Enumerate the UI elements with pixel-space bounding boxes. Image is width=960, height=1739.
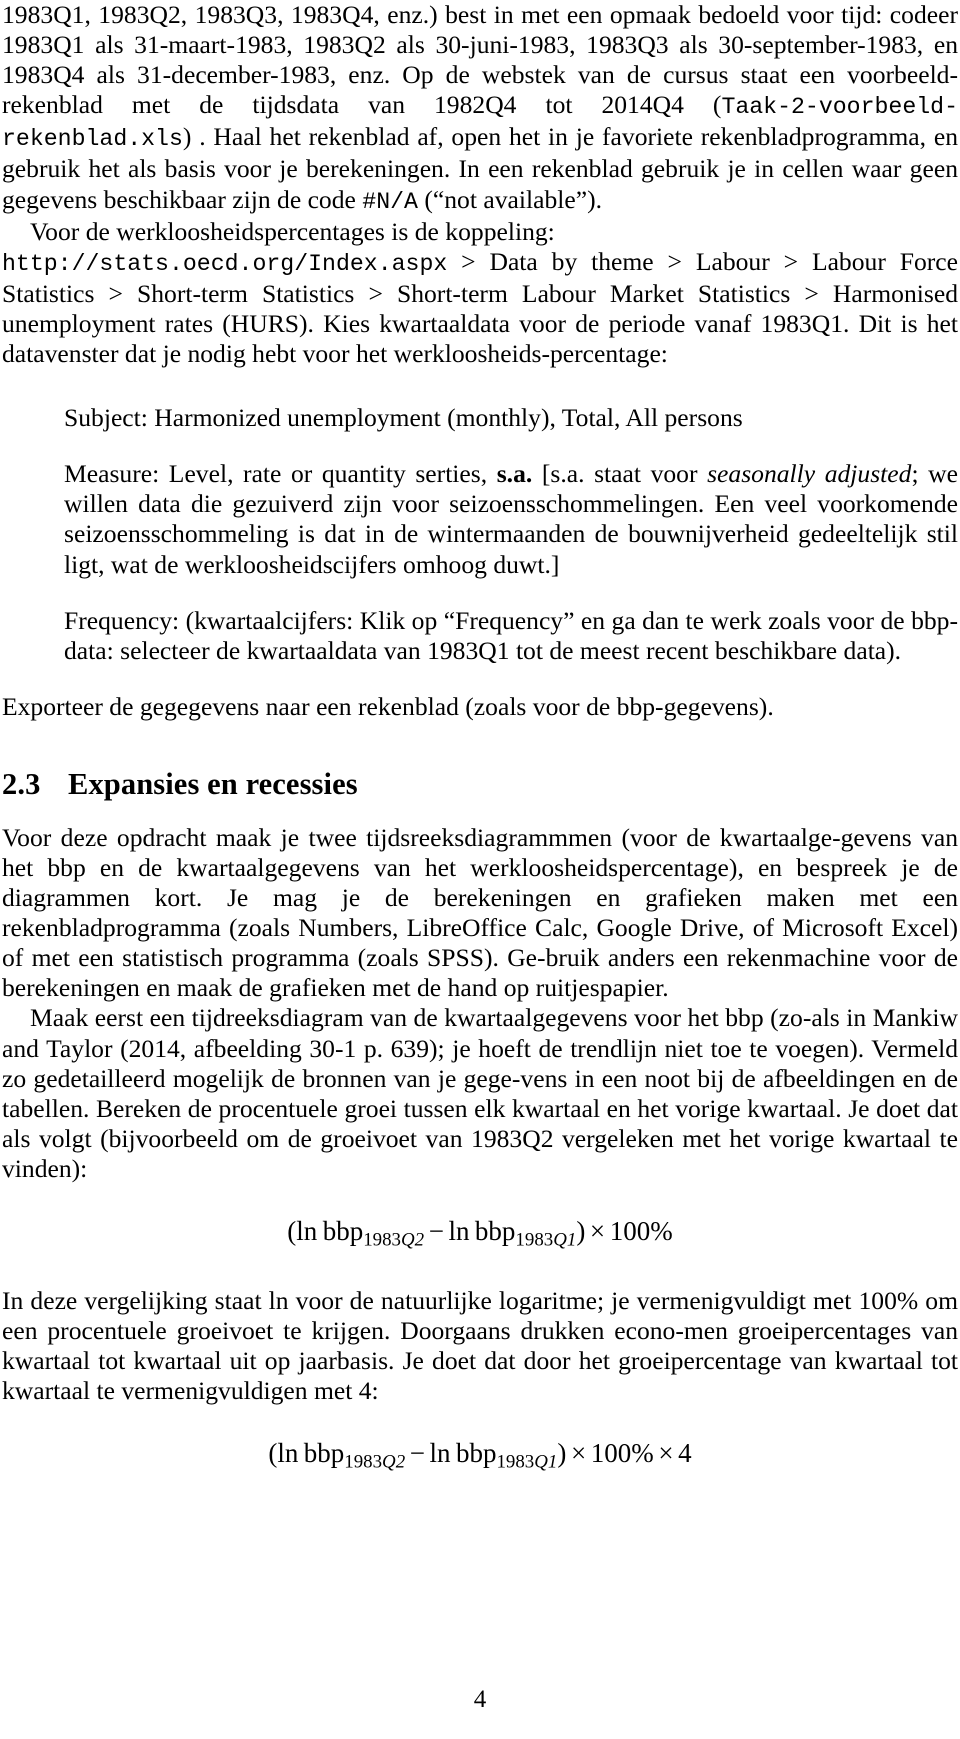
formula1-sub2-index: 1 [566,1229,577,1251]
formula2-var-1: bbp [303,1438,345,1469]
formula1-sub1-index: 2 [414,1229,425,1251]
spec-subject-line: Subject: Harmonized unemployment (monthl… [64,403,743,433]
formula-growth-rate: (ln bbp1983Q2− ln bbp1983Q1) × 100% [2,1214,958,1250]
formula2-var-2: bbp [455,1438,497,1469]
formula2-ln-1: ln [277,1438,299,1469]
document-page: 1983Q1, 1983Q2, 1983Q3, 1983Q4, enz.) be… [0,0,960,1739]
formula1-ln-1: ln [296,1216,318,1246]
formula1-ln-2: ln [448,1216,470,1246]
formula2-sub2-q: Q [534,1451,548,1473]
page-body-column: 1983Q1, 1983Q2, 1983Q3, 1983Q4, enz.) be… [2,0,958,1473]
spec-frequency-block: Frequency: (kwartaalcijfers: Klik op “Fr… [64,605,958,665]
formula2-times-2: × [658,1438,674,1469]
link-lead-text: Voor de werkloosheidspercentages is de k… [30,216,555,246]
page-number: 4 [473,1686,487,1713]
paragraph-assignment: Voor deze opdracht maak je twee tijdsree… [2,822,958,1003]
section-title: Expansies en recessies [68,766,358,801]
paragraph-export: Exporteer de gegegevens naar een rekenbl… [2,691,774,721]
formula-annualized-growth-rate: (ln bbp1983Q2− ln bbp1983Q1) × 100% × 4 [2,1436,958,1473]
formula1-sub1-year: 1983 [363,1229,401,1251]
measure-text-part-b: [s.a. staat voor [532,459,708,489]
paragraph-explanation: In deze vergelijking staat ln voor de na… [2,1286,958,1406]
oecd-url[interactable]: http://stats.oecd.org/Index.aspx [2,251,447,277]
measure-seasonally-adjusted-italic: seasonally adjusted [707,459,912,489]
formula2-sub1-index: 2 [395,1451,406,1473]
formula2-subscript-1: 1983Q2 [344,1452,405,1473]
formula1-sub2-year: 1983 [515,1229,554,1251]
formula1-sub2-q: Q [553,1229,567,1251]
formula2-sub1-year: 1983 [344,1451,383,1473]
spec-measure-block: Measure: Level, rate or quantity serties… [2,459,958,579]
paragraph-timeseries-instructions: Maak eerst een tijdreeksdiagram van de k… [2,1003,958,1183]
formula2-multiplier: 4 [678,1438,692,1469]
formula1-minus: − [428,1216,444,1246]
formula2-ln-2: ln [429,1438,451,1469]
formula2-subscript-2: 1983Q1 [496,1452,557,1473]
paragraph-oecd-link: Voor de werkloosheidspercentages is de k… [2,217,958,369]
formula1-subscript-1: 1983Q2 [363,1229,424,1250]
section-heading: 2.3 Expansies en recessies [2,766,958,802]
formula2-value: 100% [590,1438,654,1469]
formula1-open-paren: ( [287,1216,297,1246]
formula2-sub2-year: 1983 [496,1451,535,1473]
paragraph-spreadsheet-intro: 1983Q1, 1983Q2, 1983Q3, 1983Q4, enz.) be… [2,0,958,217]
formula2-times-1: × [570,1438,587,1469]
formula1-var-1: bbp [322,1216,364,1246]
formula2-open-paren: ( [268,1438,278,1469]
measure-sa-abbrev: s.a. [496,459,533,489]
formula2-sub1-q: Q [382,1451,396,1473]
formula2-close-paren: ) [557,1438,567,1469]
formula2-minus: − [409,1438,425,1469]
formula2-sub2-index: 1 [547,1451,558,1473]
formula1-var-2: bbp [474,1216,516,1246]
formula1-close-paren: ) [576,1216,586,1246]
paragraph-text-part-c: (“not available”). [417,184,602,214]
section-number: 2.3 [2,766,41,801]
formula1-sub1-q: Q [401,1229,415,1251]
formula1-subscript-2: 1983Q1 [515,1229,576,1250]
measure-text-part-a: Measure: Level, rate or quantity serties… [64,459,497,489]
formula1-value: 100% [609,1216,673,1246]
code-na-value: #N/A [362,188,418,215]
formula1-times: × [589,1216,606,1246]
